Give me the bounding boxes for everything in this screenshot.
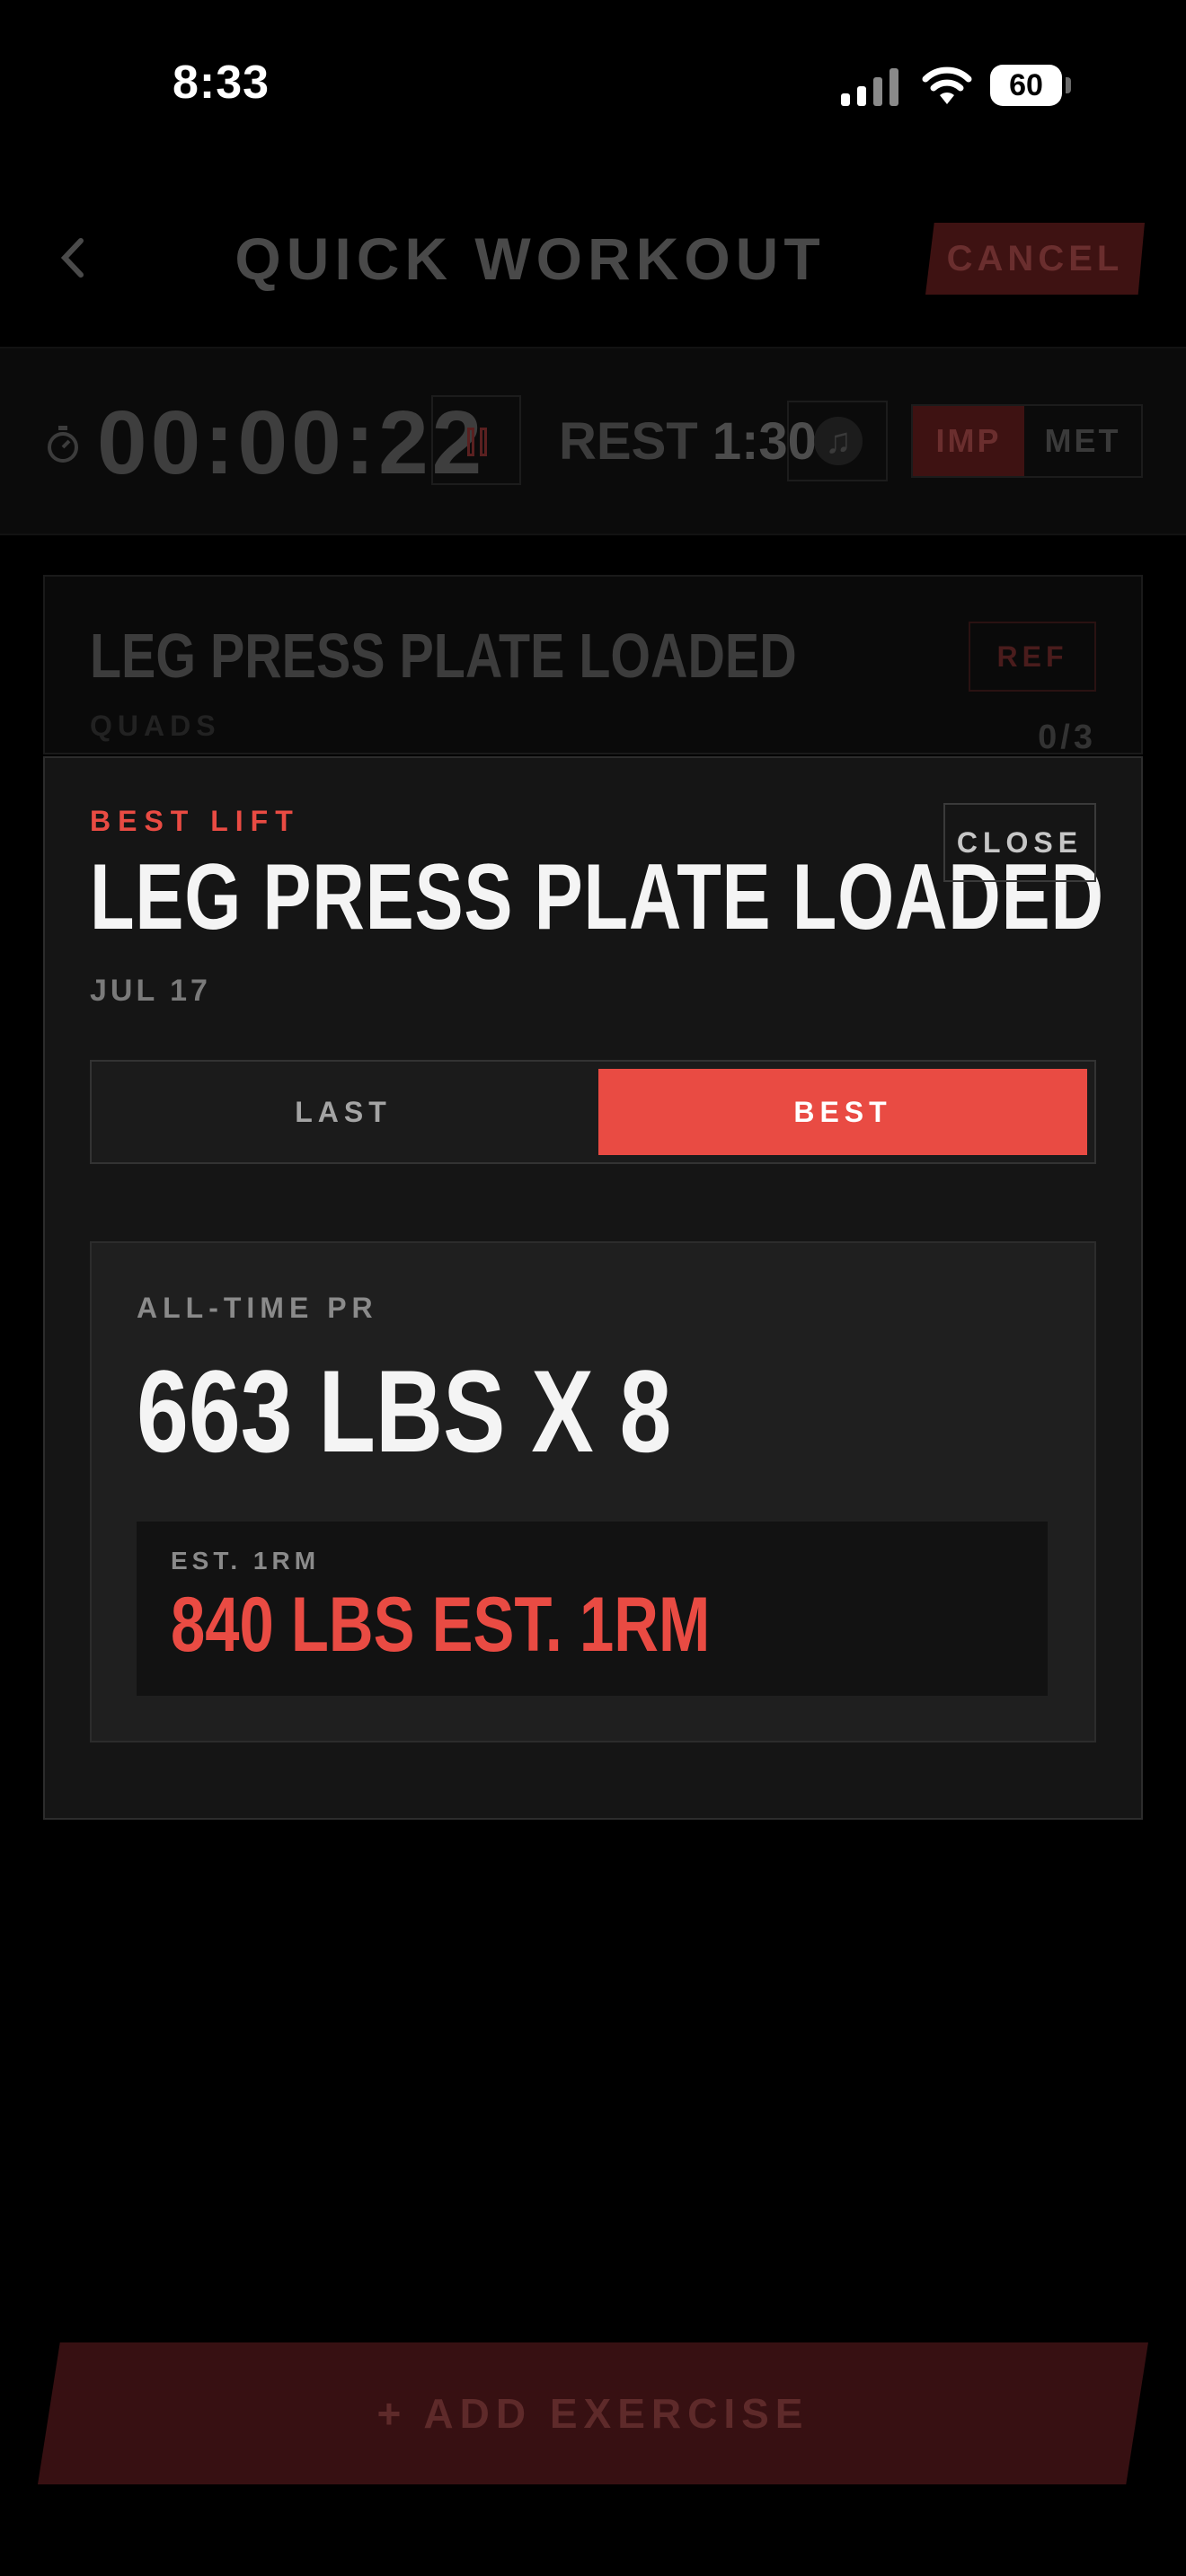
battery-level: 60 bbox=[1009, 68, 1043, 102]
add-exercise-label: + ADD EXERCISE bbox=[0, 2389, 1186, 2438]
cancel-button[interactable]: CANCEL bbox=[925, 223, 1145, 295]
last-best-toggle[interactable]: LAST BEST bbox=[90, 1060, 1096, 1164]
unit-met-option[interactable]: MET bbox=[1024, 406, 1141, 476]
pr-label: ALL-TIME PR bbox=[137, 1292, 378, 1324]
elapsed-timer: 00:00:22 bbox=[97, 393, 486, 493]
stopwatch-icon bbox=[45, 424, 81, 463]
plus-icon: + bbox=[376, 2390, 424, 2437]
ref-button[interactable]: REF bbox=[969, 622, 1096, 692]
status-time: 8:33 bbox=[173, 57, 270, 109]
exercise-name: LEG PRESS PLATE LOADED bbox=[90, 621, 797, 691]
music-button[interactable]: ♫ bbox=[787, 401, 888, 481]
cellular-signal-icon bbox=[841, 66, 900, 106]
unit-toggle[interactable]: IMP MET bbox=[911, 404, 1143, 478]
est-1rm-label: EST. 1RM bbox=[171, 1547, 321, 1575]
add-exercise-text: ADD EXERCISE bbox=[423, 2390, 810, 2437]
wifi-icon bbox=[920, 65, 974, 106]
exercise-muscle: QUADS bbox=[90, 710, 221, 742]
battery-icon: 60 bbox=[990, 65, 1073, 106]
modal-eyebrow: BEST LIFT bbox=[90, 805, 300, 837]
page-title: QUICK WORKOUT bbox=[235, 225, 826, 292]
rest-label: REST bbox=[559, 412, 698, 471]
music-note-icon: ♫ bbox=[814, 417, 863, 465]
pause-button[interactable] bbox=[431, 395, 521, 485]
rest-timer[interactable]: REST 1:30 bbox=[559, 411, 817, 472]
lift-date: JUL 17 bbox=[90, 974, 211, 1008]
pause-icon bbox=[467, 428, 474, 456]
unit-imp-option[interactable]: IMP bbox=[913, 406, 1024, 476]
est-1rm-value: 840 LBS EST. 1RM bbox=[171, 1582, 711, 1668]
pr-value: 663 LBS X 8 bbox=[137, 1345, 672, 1477]
close-button[interactable]: CLOSE bbox=[943, 803, 1096, 882]
tab-best[interactable]: BEST bbox=[598, 1069, 1087, 1155]
tab-last[interactable]: LAST bbox=[92, 1062, 595, 1162]
